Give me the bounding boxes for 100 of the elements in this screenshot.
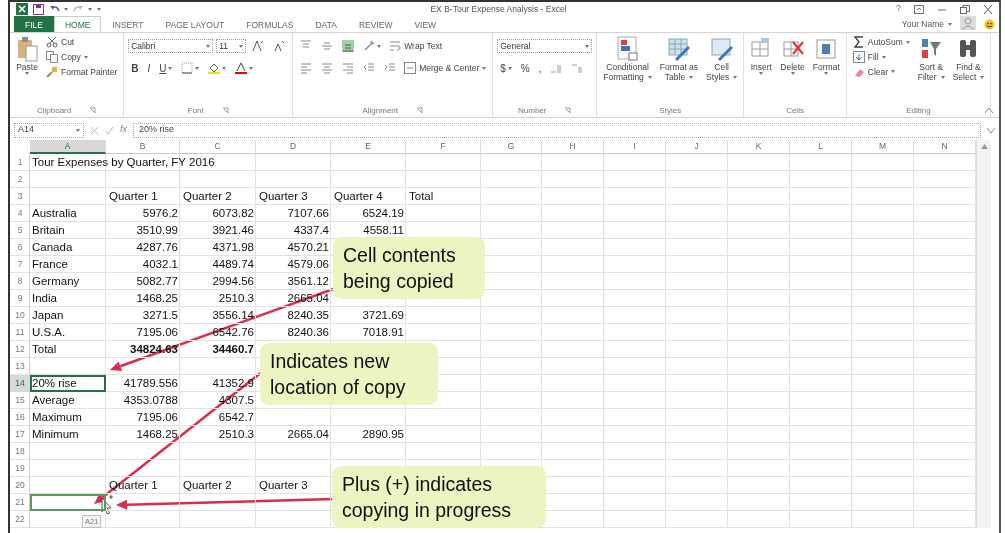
currency-button[interactable]: $ [497, 60, 515, 76]
ribbon-button[interactable]: Format [810, 35, 842, 76]
ribbon-tab[interactable]: REVIEW [347, 16, 404, 32]
undo-button[interactable] [49, 4, 68, 14]
ribbon-button[interactable]: Wrap Text [387, 38, 445, 54]
row-header[interactable]: 2 [10, 171, 30, 188]
ribbon-button[interactable]: Copy [44, 49, 120, 65]
ribbon-tab[interactable]: PAGE LAYOUT [154, 16, 236, 32]
smiley-icon [984, 18, 995, 30]
caret-icon [168, 66, 173, 70]
table-cell-text: Minimum [32, 426, 79, 442]
row-header[interactable]: 13 [10, 358, 30, 375]
account-button[interactable]: Your Name [901, 16, 952, 32]
row-header[interactable]: 10 [10, 307, 30, 324]
ribbon-button[interactable]: Cut [44, 35, 120, 50]
italic-button[interactable]: I [144, 60, 154, 76]
caret-icon [206, 44, 211, 48]
ribbon-display-button[interactable] [914, 4, 924, 14]
active-cell-border[interactable]: 20% rise [30, 375, 106, 392]
restore-button[interactable] [960, 4, 970, 14]
scrollbar[interactable] [976, 140, 991, 528]
align-bottom-icon [342, 40, 355, 52]
table-cell-text: 6542.76 [212, 324, 254, 340]
formula-input[interactable]: 20% rise [133, 122, 981, 138]
row-header[interactable]: 21 [10, 494, 30, 511]
row-header[interactable]: 1 [10, 154, 30, 171]
bold-button[interactable]: B [128, 60, 142, 76]
dialog-launcher-button[interactable] [89, 107, 97, 114]
close-button[interactable] [983, 4, 993, 14]
ribbon-button[interactable]: Insert [748, 35, 775, 76]
ribbon-button[interactable]: Delete [778, 35, 807, 76]
table-cell-text: 7107.66 [287, 205, 329, 221]
column-header[interactable]: A [30, 140, 106, 154]
customize-button[interactable] [97, 7, 101, 11]
table-cell-text: 2510.3 [218, 290, 254, 306]
table-cell-text: 4032.1 [142, 256, 178, 272]
redo-button[interactable] [73, 4, 92, 14]
orientation-icon [363, 40, 376, 52]
row-header[interactable]: 5 [10, 222, 30, 239]
callout: Cell contents being copied [333, 237, 485, 299]
restore-icon [960, 4, 970, 14]
ribbon-button[interactable]: Merge & Center [402, 60, 489, 76]
callout: Plus (+) indicates copying in progress [332, 466, 546, 528]
row-header[interactable]: 22 [10, 511, 30, 528]
ribbon-button[interactable]: Clear [850, 64, 912, 80]
row-header[interactable]: 3 [10, 188, 30, 205]
font-size-field[interactable]: 11 [216, 39, 247, 53]
row-header[interactable]: 19 [10, 460, 30, 477]
ribbon-button[interactable]: Sort & Filter [915, 35, 947, 83]
number-format-field[interactable]: General [497, 39, 593, 53]
ribbon-button[interactable]: AutoSum [850, 35, 912, 50]
ribbon-button[interactable]: Format Painter [44, 64, 120, 80]
caret-icon [222, 66, 227, 70]
save-button[interactable] [33, 3, 44, 15]
row-header[interactable]: 11 [10, 324, 30, 341]
ribbon-button[interactable]: Find & Select [950, 35, 987, 83]
table-cell-text: 1468.25 [136, 290, 178, 306]
comma-button[interactable]: , [535, 60, 545, 76]
callout: Indicates new location of copy [260, 343, 438, 405]
row-header[interactable]: 6 [10, 239, 30, 256]
ribbon-button[interactable]: Conditional Formatting [601, 35, 654, 83]
table-cell-text: 5976.2 [142, 205, 178, 221]
ribbon-tab[interactable]: INSERT [101, 16, 155, 32]
copy-target-cell[interactable] [30, 494, 106, 511]
file-tab[interactable]: FILE [14, 16, 54, 32]
row-header[interactable]: 15 [10, 392, 30, 409]
ribbon-button[interactable]: Format as Table [657, 35, 701, 83]
collapse-ribbon-button[interactable] [985, 108, 993, 113]
row-header[interactable]: 16 [10, 409, 30, 426]
row-header[interactable]: 14 [10, 375, 30, 392]
dialog-launcher-button[interactable] [416, 107, 423, 114]
row-header[interactable]: 20 [10, 477, 30, 494]
ribbon-button[interactable]: Cell Styles [704, 35, 740, 83]
underline-button[interactable]: U [156, 60, 176, 76]
row-header[interactable]: 9 [10, 290, 30, 307]
table-cell-text: 20% rise [32, 375, 77, 391]
ribbon-tab[interactable]: VIEW [403, 16, 448, 32]
excel-logo-icon [16, 3, 28, 15]
table-cell-text: Total [409, 188, 434, 204]
ribbon-tab[interactable]: DATA [304, 16, 348, 32]
name-box[interactable]: A14 [14, 122, 84, 138]
ribbon-button[interactable]: Paste [14, 35, 40, 76]
row-header[interactable]: 17 [10, 426, 30, 443]
row-header[interactable]: 7 [10, 256, 30, 273]
function-label[interactable]: fx [120, 123, 127, 137]
ribbon-button[interactable]: Fill [850, 49, 912, 65]
ribbon-tab[interactable]: HOME [53, 16, 102, 32]
row-header[interactable]: 12 [10, 341, 30, 358]
dialog-launcher-button[interactable] [221, 107, 229, 114]
merge-icon [404, 62, 417, 74]
row-header[interactable]: 8 [10, 273, 30, 290]
row-header[interactable]: 18 [10, 443, 30, 460]
group-label: Number [518, 104, 547, 117]
dialog-launcher-button[interactable] [564, 107, 572, 114]
ribbon-tab[interactable]: FORMULAS [235, 16, 305, 32]
font-name-field[interactable]: Calibri [128, 39, 214, 53]
caret-icon [940, 75, 945, 79]
help-button[interactable]: ? [896, 2, 901, 16]
row-header[interactable]: 4 [10, 205, 30, 222]
percent-button[interactable]: % [517, 60, 533, 76]
